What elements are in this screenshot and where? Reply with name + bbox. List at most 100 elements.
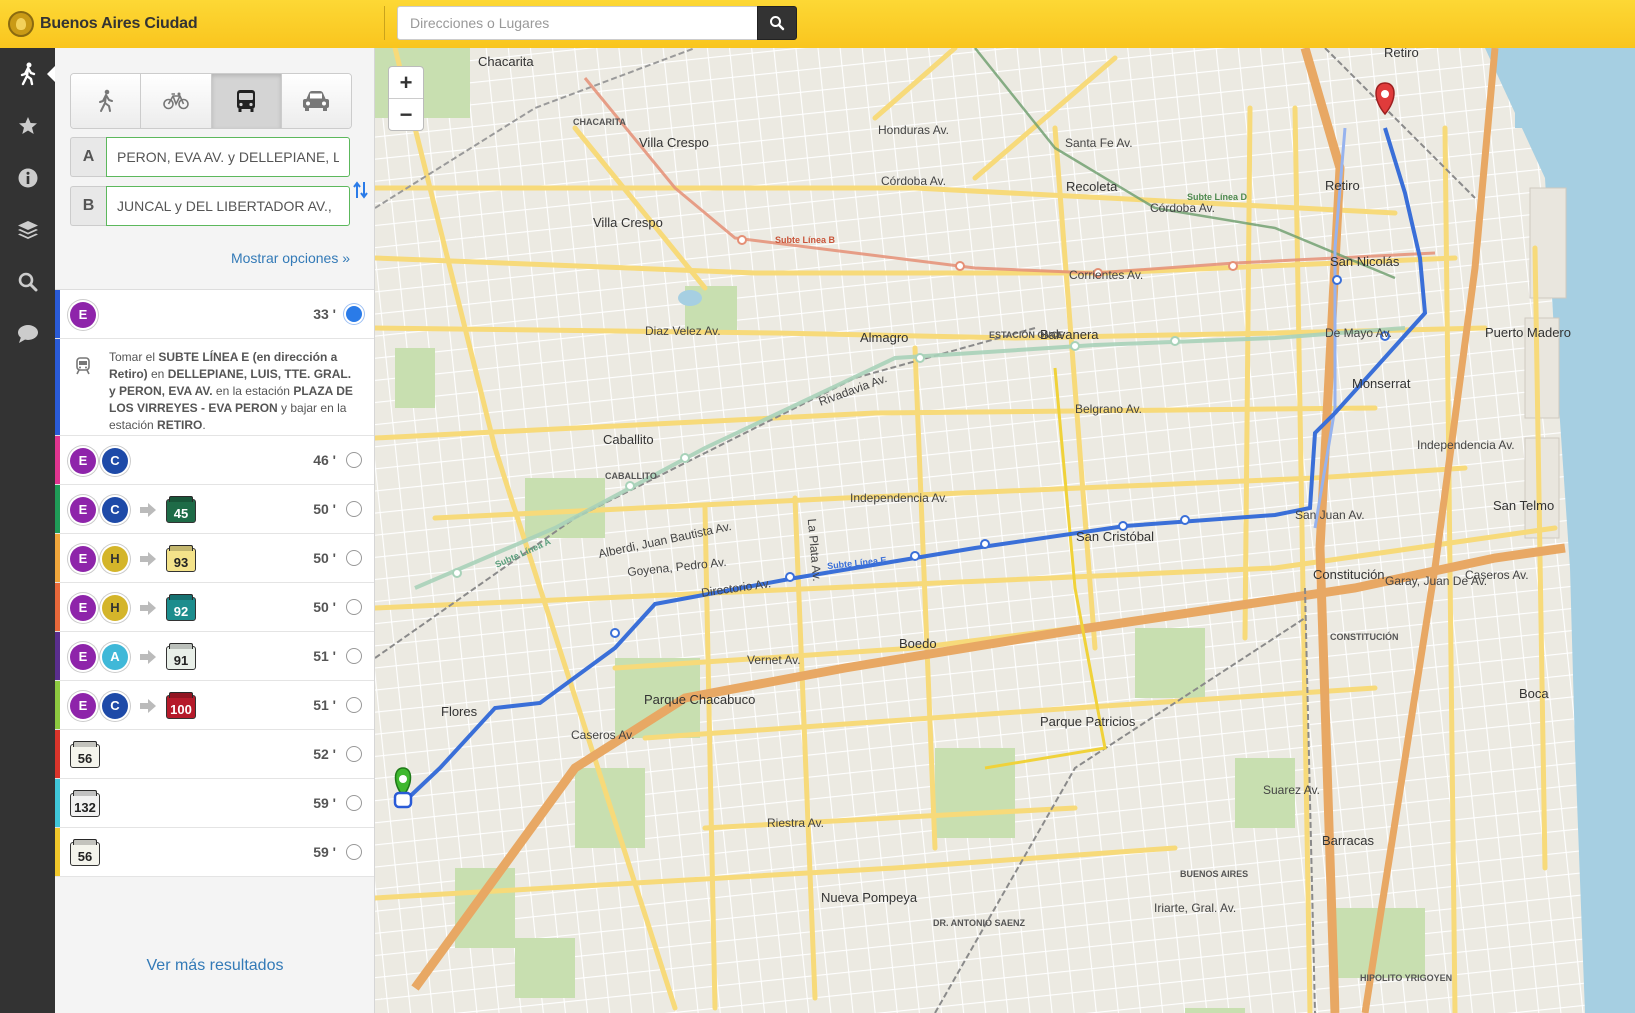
map-label-villa-crespo: Villa Crespo: [639, 135, 709, 150]
map-label-caballito-station: CABALLITO: [605, 471, 657, 481]
car-icon: [303, 91, 330, 111]
result-duration: 51 ': [313, 697, 336, 713]
zoom-in-button[interactable]: +: [389, 67, 423, 99]
subte-line-badge: A: [102, 643, 128, 670]
search-input[interactable]: [397, 6, 757, 40]
result-select-radio[interactable]: [346, 648, 362, 664]
result-select-radio[interactable]: [346, 844, 362, 860]
transfer-arrow-icon: [140, 502, 156, 517]
bus-line-badge: 93: [166, 547, 196, 572]
result-color-stripe: [55, 730, 60, 778]
map-label-boca: Boca: [1519, 686, 1549, 701]
map-label-recoleta: Recoleta: [1066, 179, 1118, 194]
bus-icon: [237, 90, 256, 112]
result-select-radio[interactable]: [346, 550, 362, 566]
result-lines: E: [70, 290, 98, 339]
origin-input[interactable]: [106, 137, 350, 177]
chat-bubble-icon: [17, 325, 38, 343]
step-text: en: [147, 367, 168, 381]
mode-walk-button[interactable]: [71, 74, 142, 128]
transfer-arrow-icon: [140, 551, 156, 566]
step-text: en la estación: [212, 384, 294, 398]
result-row[interactable]: E H 93 50 ': [55, 534, 374, 583]
subway-train-icon: [76, 357, 90, 375]
subte-line-badge: C: [102, 496, 128, 523]
detail-color-stripe: [55, 339, 60, 435]
transfer-arrow-icon: [140, 698, 156, 713]
map-label-almagro: Almagro: [860, 330, 909, 345]
destination-input[interactable]: [106, 186, 350, 226]
result-select-radio[interactable]: [346, 746, 362, 762]
see-more-results-link[interactable]: Ver más resultados: [55, 957, 375, 975]
route-step-detail: Tomar el SUBTE LÍNEA E (en dirección a R…: [55, 339, 374, 436]
left-rail: [0, 48, 55, 1013]
rail-info[interactable]: [0, 152, 55, 204]
result-select-radio[interactable]: [346, 501, 362, 517]
result-row[interactable]: E A 91 51 ': [55, 632, 374, 681]
result-row[interactable]: 56 52 ': [55, 730, 374, 779]
result-row[interactable]: 132 59 ': [55, 779, 374, 828]
result-select-radio[interactable]: [346, 697, 362, 713]
mode-car-button[interactable]: [281, 74, 351, 128]
result-duration: 50 ': [313, 599, 336, 615]
origin-letter: A: [70, 137, 106, 177]
result-row[interactable]: 56 59 ': [55, 828, 374, 877]
result-row[interactable]: E H 92 50 ': [55, 583, 374, 632]
show-options-link[interactable]: Mostrar opciones »: [231, 250, 350, 266]
map-label-monserrat: Monserrat: [1352, 376, 1411, 391]
map-label-de-mayo-av: De Mayo Av.: [1325, 326, 1392, 340]
rail-feedback[interactable]: [0, 308, 55, 360]
map-label-honduras-av: Honduras Av.: [878, 123, 949, 137]
top-bar: Buenos Aires Ciudad: [0, 0, 1635, 49]
step-text: Tomar el: [109, 350, 159, 364]
result-row[interactable]: E C 46 ': [55, 436, 374, 485]
rail-layers[interactable]: [0, 204, 55, 256]
result-lines: 132: [70, 779, 100, 828]
result-select-radio[interactable]: [346, 795, 362, 811]
zoom-out-button[interactable]: −: [389, 99, 423, 130]
map-label-cordoba-av: Córdoba Av.: [881, 174, 946, 188]
map-label-iriarte-av: Iriarte, Gral. Av.: [1154, 901, 1237, 915]
map-label-suarez-av: Suarez Av.: [1263, 783, 1320, 797]
result-lines: E C 45: [70, 485, 196, 534]
result-row[interactable]: E C 45 50 ': [55, 485, 374, 534]
map-label-caseros-av: Caseros Av.: [571, 728, 635, 742]
result-select-radio[interactable]: [346, 599, 362, 615]
map[interactable]: + − Chacarita Villa Crespo Villa Crespo …: [375, 48, 1635, 1013]
map-label-parque-patricios: Parque Patricios: [1040, 714, 1136, 729]
result-select-radio[interactable]: [346, 452, 362, 468]
bus-line-badge: 132: [70, 792, 100, 817]
subte-line-badge: H: [102, 594, 128, 621]
map-label-san-nicolas: San Nicolás: [1330, 254, 1400, 269]
subte-line-badge: E: [70, 692, 96, 719]
result-duration: 51 ': [313, 648, 336, 664]
mode-bike-button[interactable]: [141, 74, 212, 128]
map-label-independencia-av-2: Independencia Av.: [1417, 438, 1515, 452]
transport-mode-selector: [70, 73, 352, 129]
result-row[interactable]: E C 100 51 ': [55, 681, 374, 730]
result-row[interactable]: E 33 ': [55, 290, 374, 339]
map-label-barracas: Barracas: [1322, 833, 1375, 848]
layers-icon: [17, 221, 38, 239]
walking-icon: [98, 89, 113, 112]
search-button[interactable]: [757, 6, 797, 40]
swap-directions-icon[interactable]: [353, 180, 369, 200]
result-color-stripe: [55, 290, 60, 338]
map-label-constitucion-station: CONSTITUCIÓN: [1330, 632, 1399, 642]
map-label-subte-d: Subte Línea D: [1187, 192, 1248, 202]
map-label-puerto-madero: Puerto Madero: [1485, 325, 1571, 340]
result-duration: 50 ': [313, 550, 336, 566]
result-select-radio[interactable]: [346, 306, 362, 322]
rail-walk[interactable]: [0, 48, 55, 100]
origin-field-row: A: [70, 137, 350, 177]
result-duration: 52 ': [313, 746, 336, 762]
brand-logo[interactable]: Buenos Aires Ciudad: [8, 10, 198, 38]
transfer-arrow-icon: [140, 600, 156, 615]
map-label-estacion-once: ESTACIÓN ONCE: [989, 330, 1064, 340]
mode-transit-button[interactable]: [211, 74, 282, 128]
map-label-retiro: Retiro: [1325, 178, 1360, 193]
result-lines: E A 91: [70, 632, 196, 681]
rail-search[interactable]: [0, 256, 55, 308]
rail-favorites[interactable]: [0, 100, 55, 152]
magnifier-icon: [18, 272, 37, 292]
